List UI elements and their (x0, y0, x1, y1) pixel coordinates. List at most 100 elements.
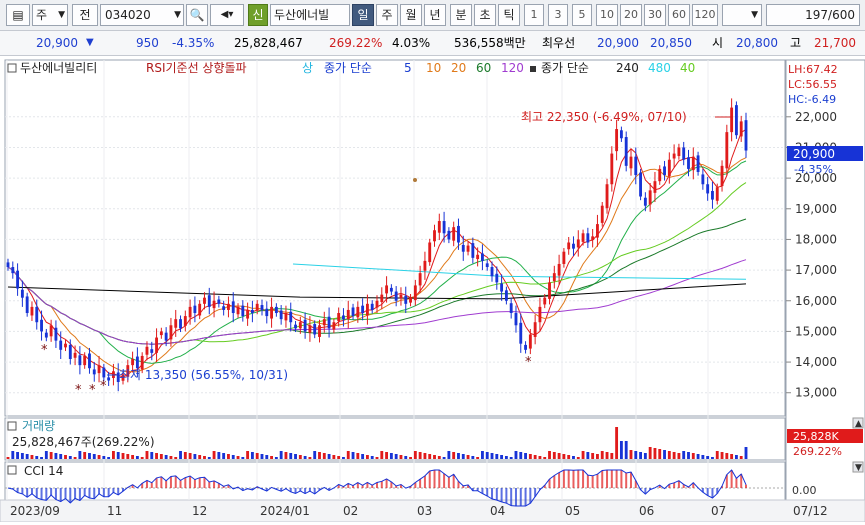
volume-bar (35, 456, 38, 459)
cci-bar (165, 481, 167, 488)
volume-bar (601, 451, 604, 459)
candle-body (270, 307, 273, 319)
volume-bar (64, 455, 67, 459)
volume-bar (146, 451, 149, 459)
legend-ma480: 480 (648, 61, 671, 75)
volume-bar (21, 453, 24, 459)
interval-5-button[interactable]: 5 (572, 4, 592, 26)
candle-body (500, 284, 503, 292)
cci-bar (184, 478, 186, 488)
interval-120-button[interactable]: 120 (692, 4, 718, 26)
interval-30-button[interactable]: 30 (644, 4, 666, 26)
candle-body (625, 137, 628, 166)
stock-name-field[interactable]: 두산에너빌 (270, 4, 350, 26)
interval-3-button[interactable]: 3 (548, 4, 568, 26)
cci-bar (88, 488, 90, 498)
candle-body (150, 349, 153, 353)
x-tick-label: 2023/09 (10, 504, 60, 518)
volume-bar (160, 454, 163, 459)
stock-chart[interactable]: 22,00021,00020,00019,00018,00017,00016,0… (0, 56, 865, 522)
legend-ma120: 120 (501, 61, 524, 75)
volume-bar (323, 453, 326, 459)
candle-body (596, 224, 599, 237)
candle-body (553, 273, 556, 281)
volume-bar (414, 451, 417, 459)
period-second-button[interactable]: 초 (474, 4, 496, 26)
x-tick-label: 11 (107, 504, 122, 518)
candle-body (586, 233, 589, 242)
volume-bar (16, 452, 19, 459)
volume-bar (668, 451, 671, 459)
volume-bar (395, 454, 398, 459)
period-minute-button[interactable]: 분 (450, 4, 472, 26)
volume-bar (452, 452, 455, 459)
period-week-button[interactable]: 주 (376, 4, 398, 26)
cci-bar (501, 488, 503, 502)
candle-body (745, 120, 748, 150)
candle-body (582, 233, 585, 242)
cci-bar (194, 480, 196, 488)
candle-body (280, 311, 283, 320)
volume-bar (515, 451, 518, 459)
volume-bar (366, 455, 369, 459)
legend-ma10: 10 (426, 61, 441, 75)
volume-bar (184, 452, 187, 459)
interval-dropdown[interactable]: ▼ (722, 4, 762, 26)
code-type-select[interactable]: 주▼ (32, 4, 68, 26)
volume-bar (318, 452, 321, 459)
candle-body (725, 132, 728, 168)
cci-bar (103, 488, 105, 497)
period-month-button[interactable]: 월 (400, 4, 422, 26)
cci-bar (606, 470, 608, 488)
cci-bar (429, 471, 431, 488)
legend-ma-long-label: 종가 단순 (541, 61, 589, 75)
cci-zero-tick: 0.00 (792, 484, 817, 497)
volume-bar (721, 452, 724, 459)
cci-bar (93, 488, 95, 499)
volume-bar (610, 453, 613, 459)
jeon-button[interactable]: 전 (72, 4, 98, 26)
candle-body (673, 154, 676, 159)
interval-10-button[interactable]: 10 (596, 4, 618, 26)
cci-bar (381, 481, 383, 488)
interval-20-button[interactable]: 20 (620, 4, 642, 26)
candle-body (558, 264, 561, 276)
cci-bar (208, 482, 210, 488)
stock-code-input[interactable]: 034020▼ (100, 4, 184, 26)
volume-bar (270, 456, 273, 459)
search-icon[interactable]: 🔍 (186, 4, 208, 26)
volume-bar (677, 453, 680, 459)
volume-bar (88, 453, 91, 459)
cci-bar (189, 476, 191, 488)
down-arrow-icon: ▼ (86, 31, 94, 55)
x-tick-label: 04 (490, 504, 505, 518)
cci-bar (69, 488, 71, 503)
candle-body (299, 322, 302, 328)
page-counter[interactable]: 197/600 (766, 4, 860, 26)
candle-body (486, 263, 489, 267)
credit-badge[interactable]: 신 (248, 4, 268, 26)
candle-body (677, 147, 680, 156)
speaker-icon[interactable]: ◀▾ (210, 4, 244, 26)
volume-bar (481, 451, 484, 459)
candle-body (7, 262, 10, 267)
current-price-tag-pct: -4.35% (794, 163, 833, 176)
volume-bar (289, 453, 292, 459)
period-tick-button[interactable]: 틱 (498, 4, 520, 26)
volume-bar (596, 454, 599, 459)
candle-body (524, 345, 527, 350)
menu-icon[interactable]: ▤ (6, 4, 30, 26)
cci-bar (529, 488, 531, 503)
interval-60-button[interactable]: 60 (668, 4, 690, 26)
period-year-button[interactable]: 년 (424, 4, 446, 26)
volume-bar (644, 453, 647, 459)
candle-body (208, 295, 211, 307)
interval-1-button[interactable]: 1 (524, 4, 544, 26)
chart-area[interactable]: 22,00021,00020,00019,00018,00017,00016,0… (0, 56, 865, 522)
volume-bar (673, 452, 676, 459)
cci-bar (491, 488, 493, 499)
cci-bar (616, 470, 618, 488)
y-tick-label: 14,000 (795, 355, 837, 369)
cci-bar (572, 470, 574, 488)
period-day-button[interactable]: 일 (352, 4, 374, 26)
